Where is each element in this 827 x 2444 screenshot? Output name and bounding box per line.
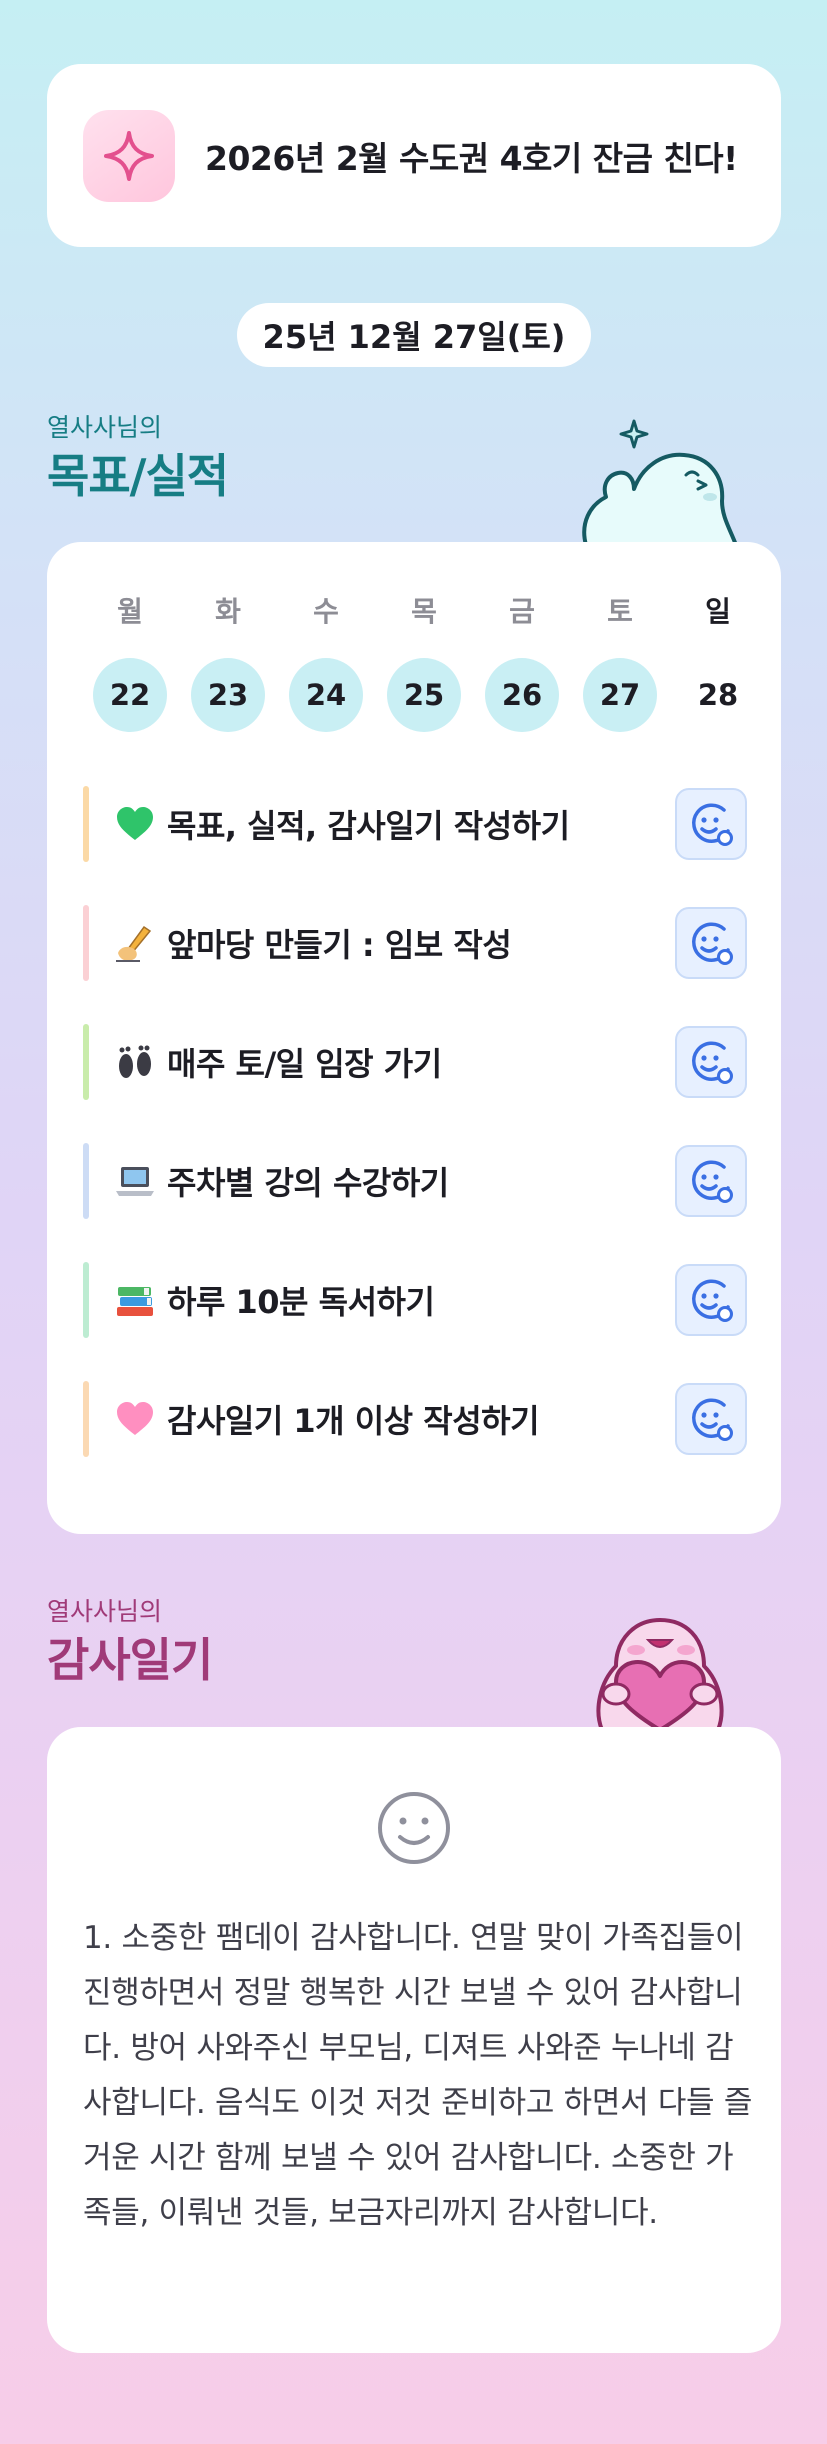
task-item: 주차별 강의 수강하기 [83,1143,747,1219]
smile-add-icon [692,922,733,965]
task-item: 목표, 실적, 감사일기 작성하기 [83,786,747,862]
day-name: 화 [215,595,241,628]
task-item: 매주 토/일 임장 가기 [83,1024,747,1100]
smile-add-icon [692,1160,733,1203]
day-wed[interactable]: 수 24 [277,590,375,732]
smile-face-icon [378,1792,450,1864]
green-heart-icon [113,804,157,844]
day-number: 26 [485,658,559,732]
day-number: 28 [697,678,739,712]
sparkle-icon [83,109,175,202]
day-number: 22 [93,658,167,732]
smile-add-icon [692,1279,733,1322]
task-smile-button[interactable] [675,1383,747,1455]
task-color-bar [83,786,89,862]
task-smile-button[interactable] [675,1145,747,1217]
goal-text: 2026년 2월 수도권 4호기 잔금 친다! [205,138,738,178]
smile-add-icon [692,1398,733,1441]
task-color-bar [83,1381,89,1457]
gratitude-card: 1. 소중한 팸데이 감사합니다. 연말 맞이 가족집들이 진행하면서 정말 행… [47,1727,781,2353]
day-name: 금 [509,595,535,628]
footprints-icon [113,1042,157,1082]
day-name: 월 [117,595,143,628]
day-number: 25 [387,658,461,732]
task-color-bar [83,1024,89,1100]
gratitude-entry-text: 1. 소중한 팸데이 감사합니다. 연말 맞이 가족집들이 진행하면서 정말 행… [83,1920,753,2231]
task-label: 매주 토/일 임장 가기 [167,1045,442,1083]
day-thu[interactable]: 목 25 [375,590,473,732]
gratitude-section-subtitle: 열사사님의 [47,1597,163,1626]
day-name: 목 [411,595,437,628]
day-name: 일 [705,595,731,628]
task-color-bar [83,1262,89,1338]
day-fri[interactable]: 금 26 [473,590,571,732]
day-number: 27 [583,658,657,732]
goals-section-subtitle: 열사사님의 [47,413,163,442]
task-item: 앞마당 만들기 : 임보 작성 [83,905,747,981]
teal-mascot-icon [572,405,742,547]
day-sun[interactable]: 일 28 [669,590,767,732]
task-smile-button[interactable] [675,1026,747,1098]
task-item: 감사일기 1개 이상 작성하기 [83,1381,747,1457]
day-name: 토 [607,595,633,628]
task-color-bar [83,1143,89,1219]
task-smile-button[interactable] [675,788,747,860]
laptop-icon [113,1161,157,1201]
gratitude-section-title: 감사일기 [47,1633,213,1687]
goals-section-title: 목표/실적 [47,449,229,503]
task-label: 하루 10분 독서하기 [167,1283,435,1321]
smile-add-icon [692,803,733,846]
writing-hand-icon [113,923,157,963]
day-name: 수 [313,595,339,628]
pink-heart-icon [113,1399,157,1439]
task-smile-button[interactable] [675,1264,747,1336]
task-color-bar [83,905,89,981]
goals-card: 월 22 화 23 수 24 목 25 금 26 토 27 일 28 목표, 실… [47,542,781,1534]
day-tue[interactable]: 화 23 [179,590,277,732]
task-label: 앞마당 만들기 : 임보 작성 [167,926,512,964]
day-sat[interactable]: 토 27 [571,590,669,732]
day-mon[interactable]: 월 22 [81,590,179,732]
task-label: 주차별 강의 수강하기 [167,1164,449,1202]
task-label: 감사일기 1개 이상 작성하기 [167,1402,540,1440]
smile-add-icon [692,1041,733,1084]
date-pill[interactable]: 25년 12월 27일(토) [237,303,591,367]
task-item: 하루 10분 독서하기 [83,1262,747,1338]
goal-banner: 2026년 2월 수도권 4호기 잔금 친다! [47,64,781,247]
pink-mascot-icon [572,1590,748,1732]
books-icon [113,1280,157,1320]
day-number: 24 [289,658,363,732]
task-label: 목표, 실적, 감사일기 작성하기 [167,807,570,845]
week-calendar: 월 22 화 23 수 24 목 25 금 26 토 27 일 28 [81,590,767,732]
task-smile-button[interactable] [675,907,747,979]
day-number: 23 [191,658,265,732]
